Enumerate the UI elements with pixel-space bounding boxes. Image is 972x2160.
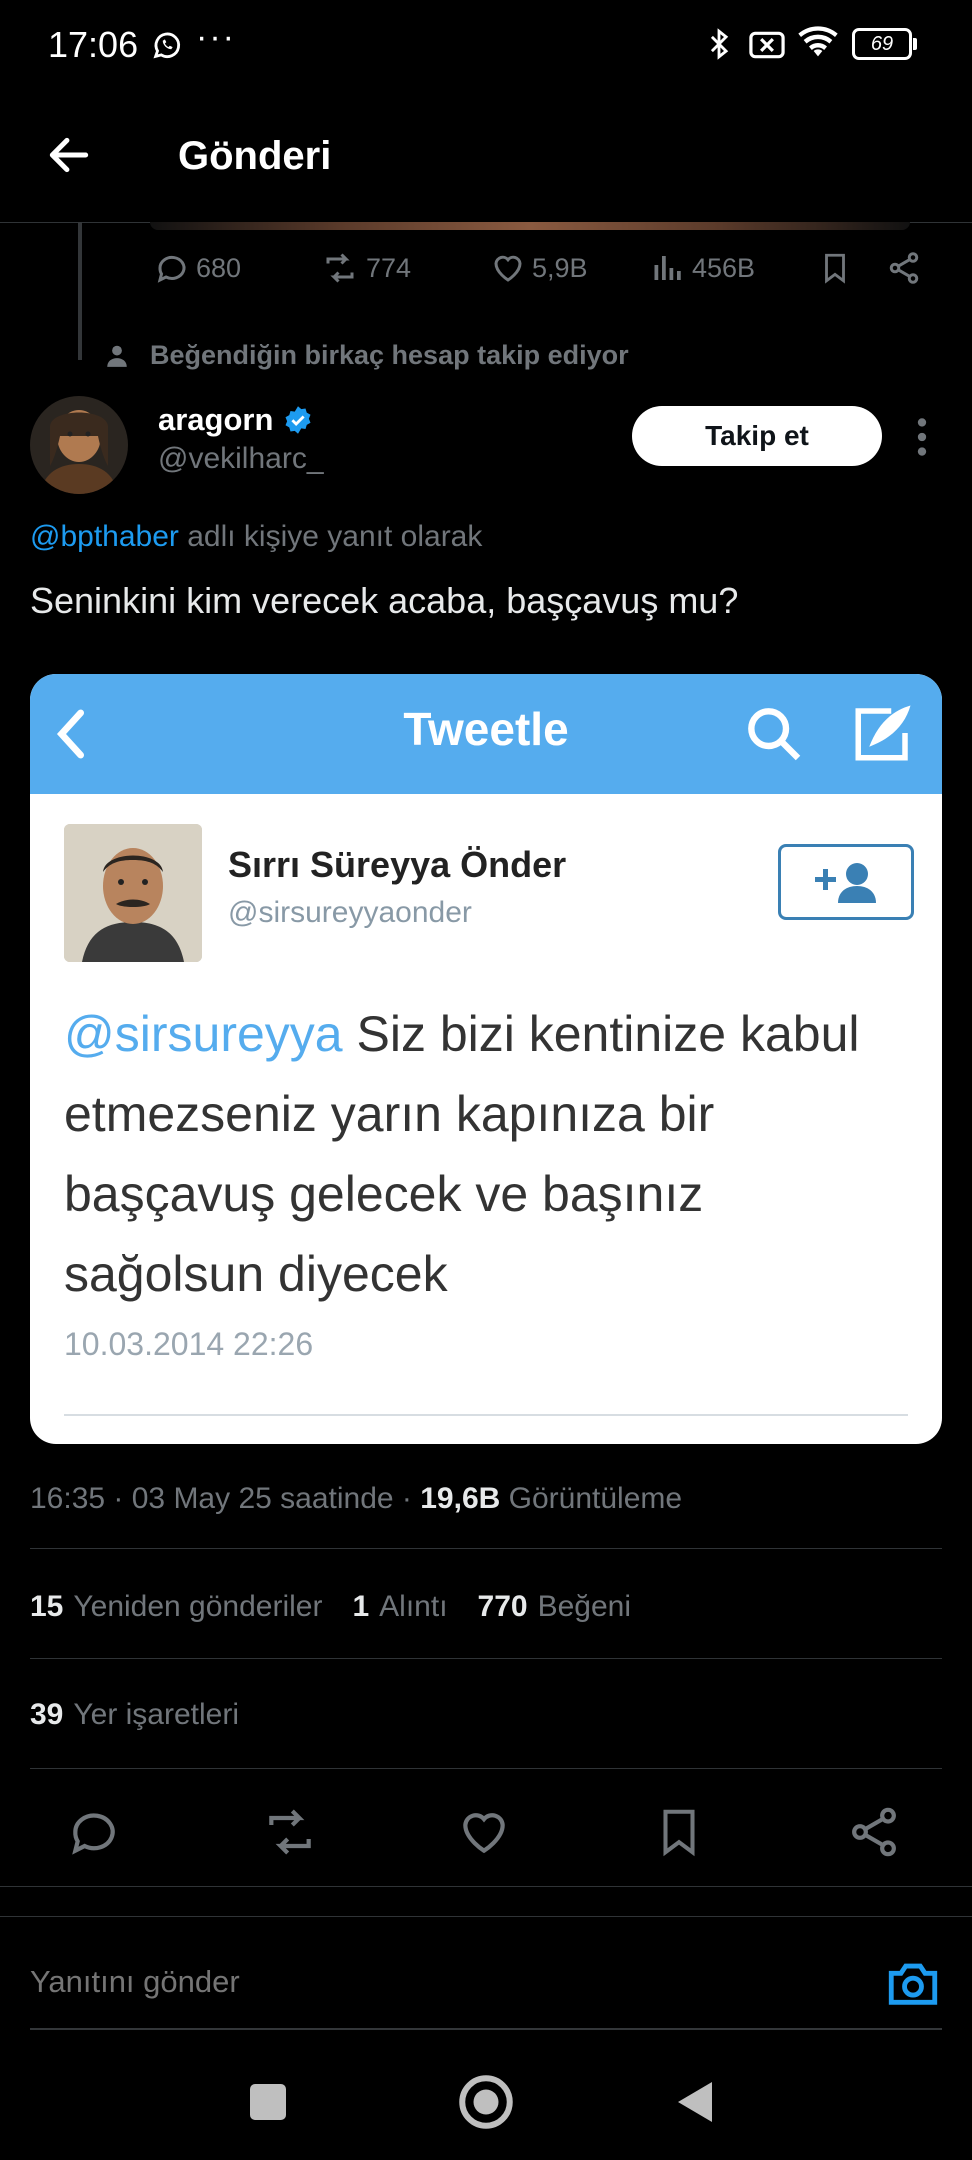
embedded-top-bar: Tweetle: [30, 674, 942, 794]
views-count: 456B: [692, 252, 756, 283]
tweet-text: Seninkini kim verecek acaba, başçavuş mu…: [30, 580, 739, 621]
share-icon[interactable]: [846, 1804, 906, 1864]
battery-icon: 69: [852, 28, 912, 60]
reposts-count: 15: [30, 1590, 64, 1623]
thread-line: [78, 222, 82, 360]
quotes-count: 1: [352, 1590, 370, 1623]
notification-dots: ···: [196, 18, 236, 56]
reply-button[interactable]: 680: [154, 250, 241, 286]
views-button[interactable]: 456B: [650, 250, 755, 286]
camera-icon[interactable]: [884, 1954, 942, 2012]
share-icon: [889, 252, 919, 284]
author-handle[interactable]: @vekilharc_: [158, 442, 324, 476]
add-user-icon: [778, 844, 914, 920]
share-button[interactable]: [886, 250, 922, 286]
page-title: Gönderi: [178, 134, 332, 178]
views-icon: [654, 256, 681, 280]
reply-underline: [30, 2028, 942, 2030]
bookmark-button[interactable]: [818, 250, 852, 286]
top-app-bar: Gönderi: [0, 110, 972, 220]
reply-to-mention[interactable]: @bpthaber: [30, 520, 179, 553]
quotes-label: Alıntı: [379, 1590, 448, 1623]
back-arrow-icon[interactable]: [44, 130, 104, 190]
home-button[interactable]: [456, 2072, 516, 2132]
attached-image[interactable]: Tweetle Sırrı Süreyya Önder @sirsureyyao…: [30, 674, 942, 1444]
bookmarks-stat: 39 Yer işaretleri: [30, 1698, 239, 1732]
repost-icon: [326, 253, 354, 283]
embedded-date: 10.03.2014 22:26: [64, 1326, 314, 1362]
view-count: 19,6B: [420, 1482, 501, 1515]
bookmarks-label: Yer işaretleri: [73, 1698, 240, 1731]
embedded-mention: @sirsureyya: [64, 1006, 343, 1062]
repost-icon[interactable]: [260, 1804, 320, 1864]
reply-count: 680: [196, 252, 242, 283]
bookmark-icon[interactable]: [652, 1804, 712, 1864]
post-timestamp: 16:35 · 03 May 25 saatinde · 19,6B Görün…: [30, 1482, 682, 1516]
reposts-stat[interactable]: 15 Yeniden gönderiler: [30, 1590, 322, 1624]
more-icon[interactable]: [912, 412, 932, 462]
system-nav-bar: [0, 2060, 972, 2160]
author-name-text: aragorn: [158, 402, 274, 437]
embedded-handle: @sirsureyyaonder: [228, 896, 472, 929]
reply-icon: [157, 255, 186, 283]
verified-badge-icon: [285, 406, 311, 434]
sim-off-icon: [748, 30, 786, 60]
like-icon: [494, 255, 522, 282]
battery-tip: [913, 38, 917, 50]
search-icon: [748, 708, 801, 761]
whatsapp-icon: [150, 28, 184, 62]
divider: [30, 1768, 942, 1769]
wifi-icon: [798, 26, 838, 60]
quotes-stat[interactable]: 1 Alıntı: [352, 1590, 447, 1624]
status-bar: 17:06 ··· 69: [0, 0, 972, 90]
recents-button[interactable]: [250, 2084, 286, 2120]
embedded-name: Sırrı Süreyya Önder: [228, 844, 567, 885]
reply-input[interactable]: [30, 1964, 830, 2000]
system-back-button[interactable]: [672, 2078, 716, 2126]
embedded-avatar: [64, 824, 202, 962]
likes-count: 770: [477, 1590, 528, 1623]
previous-post-actions: 680 774 5,9B 456B: [150, 250, 940, 300]
divider: [30, 1548, 942, 1549]
divider: [0, 1916, 972, 1917]
like-count: 5,9B: [532, 252, 588, 283]
follow-button[interactable]: Takip et: [632, 406, 882, 466]
timestamp-text: 16:35 · 03 May 25 saatinde ·: [30, 1482, 421, 1515]
status-time: 17:06: [48, 24, 139, 65]
embedded-divider: [64, 1414, 908, 1416]
bookmarks-count: 39: [30, 1698, 64, 1731]
reposts-label: Yeniden gönderiler: [73, 1590, 323, 1623]
repost-count: 774: [366, 252, 412, 283]
person-icon: [107, 345, 127, 367]
like-icon[interactable]: [456, 1804, 516, 1864]
bookmark-icon: [825, 253, 845, 284]
author-name[interactable]: aragorn: [158, 402, 313, 438]
social-context: Beğendiğin birkaç hesap takip ediyor: [104, 340, 629, 371]
engagement-stats: 15 Yeniden gönderiler 1 Alıntı 770 Beğeni: [30, 1590, 631, 1624]
reply-to-suffix: adlı kişiye yanıt olarak: [178, 520, 483, 553]
divider: [30, 1658, 942, 1659]
reply-context: @bpthaber adlı kişiye yanıt olarak: [30, 520, 482, 554]
like-button[interactable]: 5,9B: [490, 250, 588, 286]
view-label: Görüntüleme: [500, 1482, 683, 1515]
previous-post-image[interactable]: [150, 222, 910, 230]
compose-icon: [855, 705, 911, 761]
reply-icon[interactable]: [66, 1804, 126, 1864]
social-context-text: Beğendiğin birkaç hesap takip ediyor: [150, 340, 629, 370]
battery-level: 69: [870, 33, 894, 55]
bluetooth-icon: [702, 26, 736, 62]
repost-button[interactable]: 774: [320, 250, 411, 286]
likes-stat[interactable]: 770 Beğeni: [478, 1590, 631, 1624]
embedded-text: @sirsureyya Siz bizi kentinize kabul etm…: [64, 994, 904, 1314]
post-action-bar: [0, 1794, 972, 1874]
divider: [0, 1886, 972, 1887]
author-avatar[interactable]: [30, 396, 128, 494]
likes-label: Beğeni: [537, 1590, 632, 1623]
